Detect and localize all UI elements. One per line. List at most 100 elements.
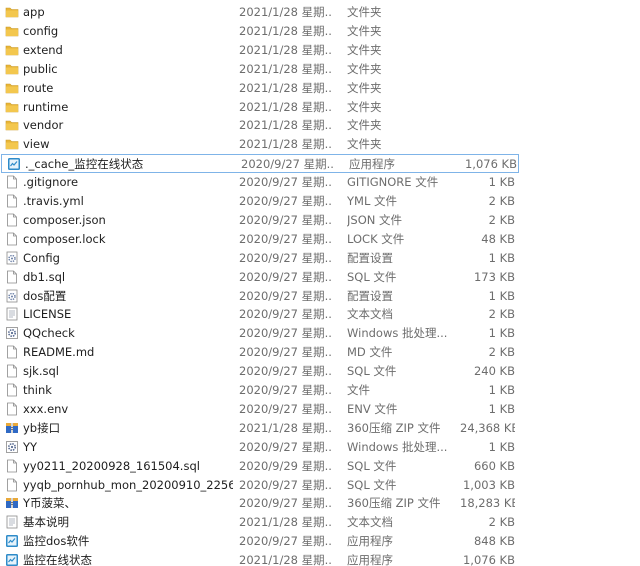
- file-row[interactable]: db1.sql 2020/9/27 星期... SQL 文件 173 KB: [0, 268, 640, 287]
- file-row[interactable]: composer.lock 2020/9/27 星期... LOCK 文件 48 KB: [0, 230, 640, 249]
- file-type: 配置设置: [347, 288, 393, 303]
- file-list: app 2021/1/28 星期... 文件夹 config 2021/1/28 星期.…: [0, 0, 640, 566]
- file-date-modified: 2020/9/27 星期...: [239, 175, 331, 190]
- file-row[interactable]: dos配置 2020/9/27 星期... 配置设置 1 KB: [0, 287, 640, 306]
- file-name: vendor: [23, 118, 64, 133]
- file-row[interactable]: xxx.env 2020/9/27 星期... ENV 文件 1 KB: [0, 400, 640, 419]
- file-size: 24,368 KB: [460, 420, 515, 435]
- file-name: route: [23, 80, 54, 95]
- file-name: 基本说明: [23, 515, 69, 530]
- file-row[interactable]: route 2021/1/28 星期... 文件夹: [0, 79, 640, 98]
- file-size: 1 KB: [488, 250, 515, 265]
- file-row[interactable]: public 2021/1/28 星期... 文件夹: [0, 60, 640, 79]
- file-date-modified: 2021/1/28 星期...: [239, 137, 331, 152]
- file-row[interactable]: config 2021/1/28 星期... 文件夹: [0, 22, 640, 41]
- file-type: 应用程序: [347, 534, 393, 549]
- file-size: 660 KB: [473, 458, 515, 473]
- file-type: 文件夹: [347, 61, 382, 76]
- file-size: 18,283 KB: [460, 496, 515, 511]
- zip-icon: [5, 496, 19, 510]
- file-row[interactable]: yy0211_20200928_161504.sql 2020/9/29 星期..…: [0, 457, 640, 476]
- folder-icon: [5, 24, 19, 38]
- file-icon: [5, 175, 19, 189]
- file-name: extend: [23, 42, 63, 57]
- file-row[interactable]: yyqb_pornhub_mon_20200910_22565... 2020/9…: [0, 476, 640, 495]
- file-icon: [5, 194, 19, 208]
- file-type: 文件夹: [347, 99, 382, 114]
- file-row[interactable]: .travis.yml 2020/9/27 星期... YML 文件 2 KB: [0, 192, 640, 211]
- file-row[interactable]: Y币菠菜、 2020/9/27 星期... 360压缩 ZIP 文件 18,283 K…: [0, 494, 640, 513]
- folder-icon: [5, 62, 19, 76]
- file-row[interactable]: LICENSE 2020/9/27 星期... 文本文档 2 KB: [0, 305, 640, 324]
- file-name: Y币菠菜、: [23, 496, 77, 511]
- file-row[interactable]: QQcheck 2020/9/27 星期... Windows 批处理... 1 KB: [0, 324, 640, 343]
- file-type: 文件夹: [347, 118, 382, 133]
- file-row[interactable]: Config 2020/9/27 星期... 配置设置 1 KB: [0, 249, 640, 268]
- file-row[interactable]: yb接口 2021/1/28 星期... 360压缩 ZIP 文件 24,368 KB: [0, 419, 640, 438]
- file-date-modified: 2020/9/27 星期...: [239, 288, 331, 303]
- file-row[interactable]: 监控在线状态 2021/1/28 星期... 应用程序 1,076 KB: [0, 551, 640, 566]
- file-name: .gitignore: [23, 175, 79, 190]
- file-name: .travis.yml: [23, 194, 84, 208]
- file-date-modified: 2020/9/27 星期...: [239, 250, 331, 265]
- file-date-modified: 2020/9/29 星期...: [239, 458, 331, 473]
- config-icon: [5, 289, 19, 303]
- file-size: 2 KB: [488, 194, 515, 208]
- file-size: 1 KB: [488, 288, 515, 303]
- file-row[interactable]: README.md 2020/9/27 星期... MD 文件 2 KB: [0, 343, 640, 362]
- file-row[interactable]: vendor 2021/1/28 星期... 文件夹: [0, 116, 640, 135]
- file-name: app: [23, 5, 45, 19]
- text-icon: [5, 307, 19, 321]
- folder-icon: [5, 137, 19, 151]
- file-row[interactable]: app 2021/1/28 星期... 文件夹: [0, 3, 640, 22]
- file-row[interactable]: composer.json 2020/9/27 星期... JSON 文件 2 KB: [0, 211, 640, 230]
- file-size: 1 KB: [488, 383, 515, 397]
- file-row[interactable]: view 2021/1/28 星期... 文件夹: [0, 135, 640, 154]
- file-row[interactable]: YY 2020/9/27 星期... Windows 批处理... 1 KB: [0, 438, 640, 457]
- file-name: xxx.env: [23, 401, 69, 416]
- file-row[interactable]: runtime 2021/1/28 星期... 文件夹: [0, 98, 640, 117]
- file-size: 2 KB: [488, 212, 515, 227]
- file-row[interactable]: .gitignore 2020/9/27 星期... GITIGNORE 文件 1 K…: [0, 173, 640, 192]
- file-type: LOCK 文件: [347, 231, 405, 246]
- folder-icon: [5, 43, 19, 57]
- file-type: SQL 文件: [347, 269, 397, 284]
- file-name: think: [23, 383, 52, 397]
- file-type: 文件夹: [347, 42, 382, 57]
- file-name: composer.json: [23, 212, 106, 227]
- file-date-modified: 2020/9/27 星期...: [239, 383, 331, 397]
- file-row[interactable]: think 2020/9/27 星期... 文件 1 KB: [0, 381, 640, 400]
- file-row[interactable]: ._cache_监控在线状态 2020/9/27 星期... 应用程序 1,076 K…: [1, 154, 519, 174]
- file-date-modified: 2020/9/27 星期...: [239, 212, 331, 227]
- file-date-modified: 2020/9/27 星期...: [239, 496, 331, 511]
- file-icon: [5, 478, 19, 492]
- file-date-modified: 2020/9/27 星期...: [239, 345, 331, 360]
- file-size: 1 KB: [488, 175, 515, 190]
- file-name: runtime: [23, 99, 69, 114]
- file-type: 文件: [347, 383, 370, 397]
- file-type: Windows 批处理...: [347, 326, 448, 341]
- batch-icon: [5, 440, 19, 454]
- file-row[interactable]: extend 2021/1/28 星期... 文件夹: [0, 41, 640, 60]
- file-date-modified: 2021/1/28 星期...: [239, 23, 331, 38]
- file-type: SQL 文件: [347, 364, 397, 379]
- file-row[interactable]: 基本说明 2021/1/28 星期... 文本文档 2 KB: [0, 513, 640, 532]
- file-size: 173 KB: [473, 269, 515, 284]
- file-date-modified: 2021/1/28 星期...: [239, 80, 331, 95]
- file-date-modified: 2020/9/27 星期...: [239, 269, 331, 284]
- file-size: 48 KB: [481, 231, 515, 246]
- file-type: ENV 文件: [347, 401, 398, 416]
- file-row[interactable]: sjk.sql 2020/9/27 星期... SQL 文件 240 KB: [0, 362, 640, 381]
- file-name: sjk.sql: [23, 364, 59, 379]
- file-row[interactable]: 监控dos软件 2020/9/27 星期... 应用程序 848 KB: [0, 532, 640, 551]
- file-type: 文件夹: [347, 5, 382, 19]
- file-name: dos配置: [23, 288, 67, 303]
- file-name: yy0211_20200928_161504.sql: [23, 458, 200, 473]
- zip-icon: [5, 421, 19, 435]
- config-icon: [5, 251, 19, 265]
- file-name: yb接口: [23, 420, 61, 435]
- file-size: 1,076 KB: [464, 157, 517, 172]
- file-date-modified: 2021/1/28 星期...: [239, 118, 331, 133]
- file-icon: [5, 459, 19, 473]
- app-icon: [7, 157, 21, 171]
